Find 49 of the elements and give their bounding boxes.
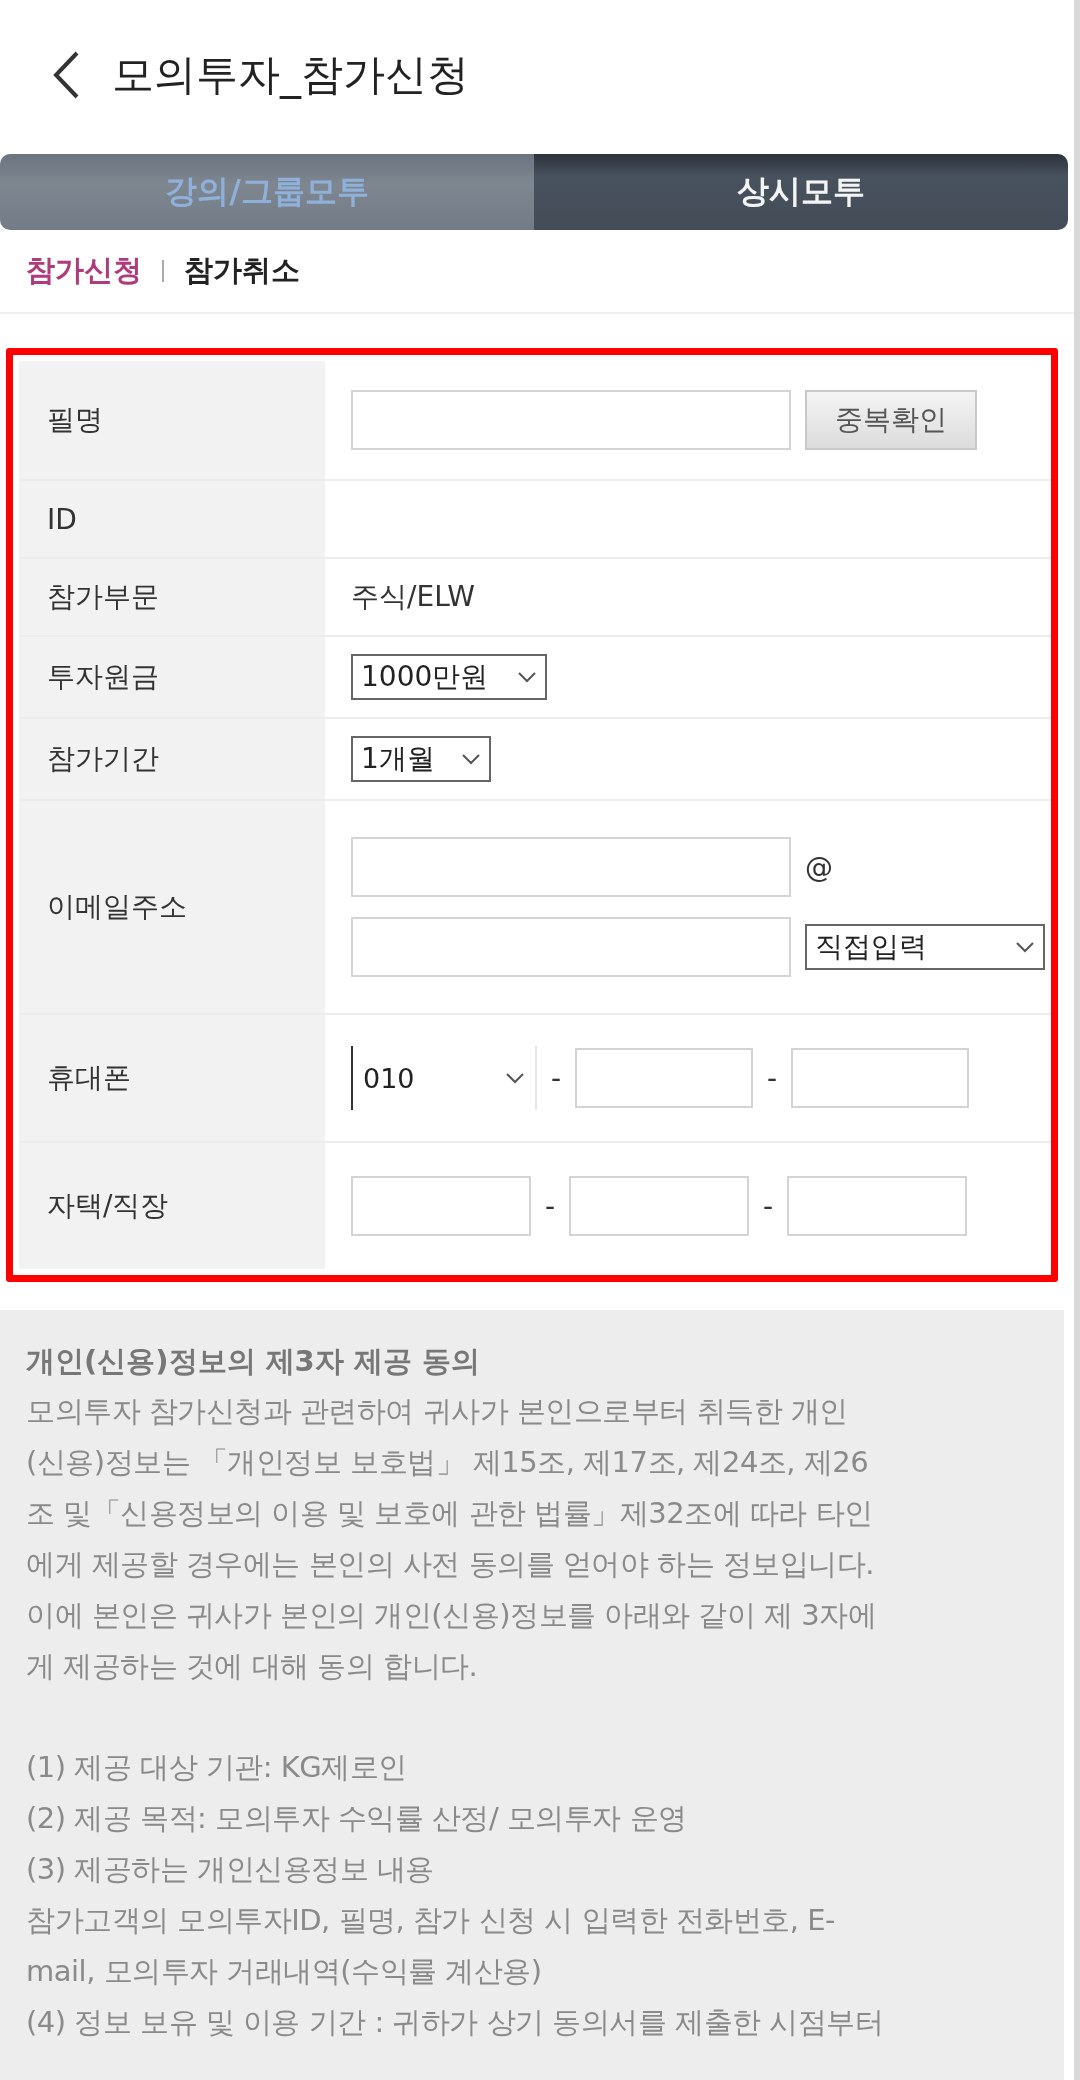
tab[interactable]: 상시모투 <box>534 154 1068 230</box>
phone-field[interactable] <box>787 1176 968 1236</box>
separator: - <box>545 1189 556 1223</box>
phone-field[interactable] <box>575 1048 754 1108</box>
sub-tab[interactable]: 참가신청 <box>26 251 142 291</box>
at-sign: @ <box>805 850 833 884</box>
field-label: 필명 <box>19 361 325 479</box>
agreement-text: 에게 제공할 경우에는 본인의 사전 동의를 얻어야 하는 정보입니다. <box>26 1546 875 1583</box>
separator: - <box>763 1189 774 1223</box>
chevron-down-icon <box>461 753 481 765</box>
separator: - <box>767 1061 778 1095</box>
sub-tab[interactable]: 참가취소 <box>184 251 300 291</box>
back-icon[interactable] <box>52 50 80 100</box>
agreement-title: 개인(신용)정보의 제3자 제공 동의 <box>26 1343 481 1380</box>
chevron-down-icon <box>1015 941 1035 953</box>
agreement-item: (3) 제공하는 개인신용정보 내용 <box>26 1851 435 1888</box>
field-label: ID <box>19 481 325 557</box>
agreement-item: mail, 모의투자 거래내역(수익률 계산용) <box>26 1953 543 1990</box>
dropdown[interactable]: 1개월 <box>351 736 491 782</box>
duplicate-check-button[interactable]: 중복확인 <box>805 390 977 450</box>
field-label: 참가기간 <box>19 719 325 799</box>
prefix-dropdown[interactable]: 010 <box>351 1046 537 1110</box>
email-domain-field[interactable] <box>351 917 791 977</box>
chevron-down-icon <box>505 1072 525 1084</box>
email-id-field[interactable] <box>351 837 791 897</box>
pen-name-field[interactable] <box>351 390 791 450</box>
agreement-item: 참가고객의 모의투자ID, 필명, 참가 신청 시 입력한 전화번호, E- <box>26 1902 837 1939</box>
agreement-item: (4) 정보 보유 및 이용 기간 : 귀하가 상기 동의서를 제출한 시점부터 <box>26 2004 885 2041</box>
phone-field[interactable] <box>569 1176 750 1236</box>
agreement-text: 이에 본인은 귀사가 본인의 개인(신용)정보를 아래와 같이 제 3자에 <box>26 1597 878 1634</box>
field-label: 휴대폰 <box>19 1015 325 1141</box>
agreement-text: 조 및「신용정보의 이용 및 보호에 관한 법률」제32조에 따라 타인 <box>26 1495 874 1532</box>
field-label: 투자원금 <box>19 637 325 717</box>
domain-dropdown[interactable]: 직접입력 <box>805 924 1045 970</box>
agreement-text: 게 제공하는 것에 대해 동의 합니다. <box>26 1648 479 1685</box>
phone-field[interactable] <box>791 1048 970 1108</box>
dropdown[interactable]: 1000만원 <box>351 654 547 700</box>
field-value: 주식/ELW <box>351 579 475 615</box>
field-label: 이메일주소 <box>19 801 325 1013</box>
agreement-item: (1) 제공 대상 기관: KG제로인 <box>26 1749 408 1786</box>
chevron-down-icon <box>517 671 537 683</box>
field-label: 참가부문 <box>19 559 325 635</box>
phone-field[interactable] <box>351 1176 531 1236</box>
page-title: 모의투자_참가신청 <box>112 49 469 101</box>
agreement-text: (신용)정보는 「개인정보 보호법」 제15조, 제17조, 제24조, 제26 <box>26 1444 870 1481</box>
separator: - <box>551 1061 562 1095</box>
agreement-item: (2) 제공 목적: 모의투자 수익률 산정/ 모의투자 운영 <box>26 1800 688 1837</box>
field-label: 자택/직장 <box>19 1143 325 1269</box>
agreement-text: 모의투자 참가신청과 관련하여 귀사가 본인으로부터 취득한 개인 <box>26 1393 849 1430</box>
